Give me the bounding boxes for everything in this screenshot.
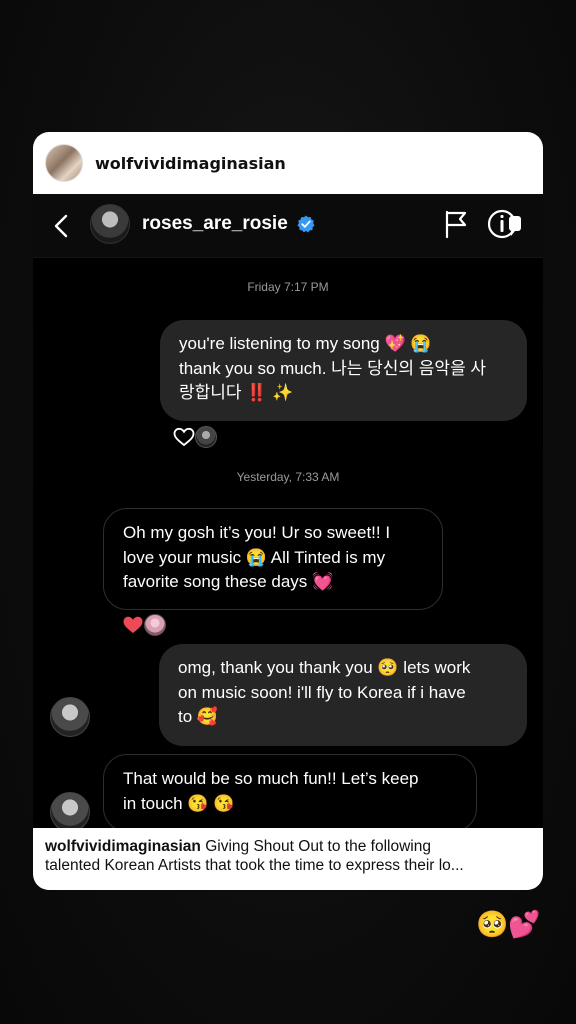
poster-username[interactable]: wolfvividimaginasian: [95, 154, 286, 173]
outgoing-message[interactable]: you're listening to my song 💖 😭 thank yo…: [160, 320, 527, 421]
reactor-avatar: [195, 426, 217, 448]
contact-avatar[interactable]: [90, 204, 130, 244]
caption-username[interactable]: wolfvividimaginasian: [45, 838, 201, 855]
contact-username[interactable]: roses_are_rosie: [142, 213, 288, 235]
incoming-message[interactable]: Oh my gosh it’s you! Ur so sweet!! I lov…: [103, 508, 443, 610]
caption-text: Giving Shout Out to the following: [200, 838, 431, 855]
heart-outline-icon: [173, 427, 195, 447]
poster-avatar[interactable]: [45, 144, 83, 182]
back-chevron-icon[interactable]: [51, 212, 71, 240]
timestamp: Yesterday, 7:33 AM: [236, 470, 340, 484]
reactor-avatar: [144, 614, 166, 636]
contact-avatar-small[interactable]: [50, 697, 90, 737]
outgoing-message[interactable]: omg, thank you thank you 🥺 lets work on …: [159, 644, 527, 746]
info-icon[interactable]: [487, 208, 525, 240]
heart-icon: [123, 616, 143, 633]
timestamp: Friday 7:17 PM: [247, 280, 329, 294]
caption-text-continued: talented Korean Artists that took the ti…: [45, 857, 464, 874]
message-thread[interactable]: Friday 7:17 PM you're listening to my so…: [33, 258, 543, 828]
message-reactions[interactable]: [173, 426, 217, 448]
post-caption[interactable]: wolfvividimaginasian Giving Shout Out to…: [33, 828, 543, 890]
emoji-sticker: 🥺💕: [476, 910, 541, 940]
incoming-message[interactable]: That would be so much fun!! Let’s keep i…: [103, 754, 477, 828]
verified-badge-icon: [297, 215, 315, 233]
story-card: wolfvividimaginasian roses_are_rosie Fri…: [33, 132, 543, 890]
post-header: wolfvividimaginasian: [33, 132, 543, 194]
flag-icon[interactable]: [443, 209, 469, 239]
message-reactions[interactable]: [122, 614, 166, 636]
dm-header: roses_are_rosie: [33, 194, 543, 258]
contact-avatar-small[interactable]: [50, 792, 90, 828]
